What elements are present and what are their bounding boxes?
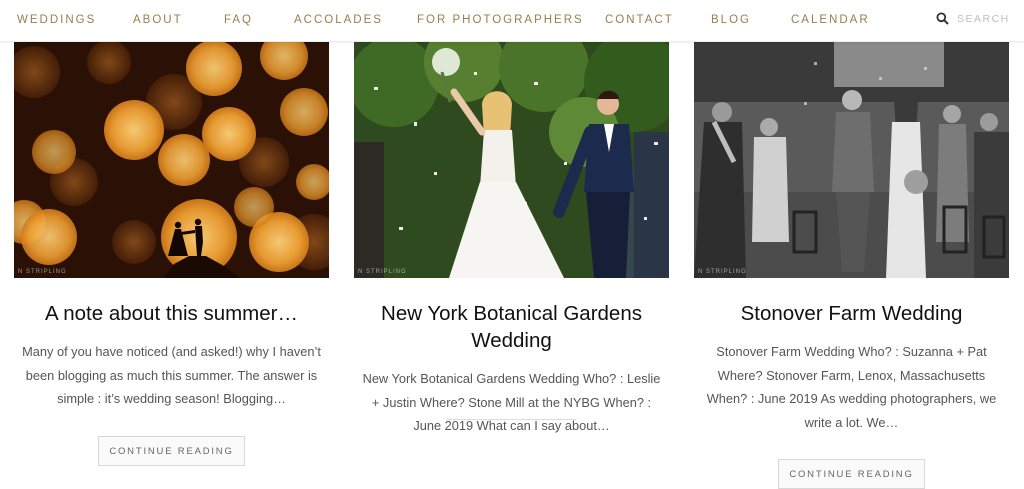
blog-post-card: N STRIPLING Stonover Farm Wedding Stonov… bbox=[694, 42, 1009, 489]
nav-for-photographers[interactable]: FOR PHOTOGRAPHERS bbox=[417, 14, 584, 26]
continue-reading-button[interactable]: CONTINUE READING bbox=[98, 435, 245, 466]
top-navigation: WEDDINGS ABOUT FAQ ACCOLADES FOR PHOTOGR… bbox=[0, 0, 1024, 42]
nav-contact[interactable]: CONTACT bbox=[605, 14, 674, 26]
nav-weddings[interactable]: WEDDINGS bbox=[17, 14, 96, 26]
post-title[interactable]: A note about this summer… bbox=[24, 300, 319, 327]
post-image-nybg-couple[interactable]: N STRIPLING bbox=[354, 42, 669, 278]
nav-calendar[interactable]: CALENDAR bbox=[791, 14, 870, 26]
photo-watermark: N STRIPLING bbox=[698, 269, 747, 275]
nav-accolades[interactable]: ACCOLADES bbox=[294, 14, 383, 26]
search-box bbox=[936, 12, 1017, 25]
post-image-stonover-recessional[interactable]: N STRIPLING bbox=[694, 42, 1009, 278]
nav-faq[interactable]: FAQ bbox=[224, 14, 253, 26]
post-image-summer-bokeh[interactable]: N STRIPLING bbox=[14, 42, 329, 278]
nav-about[interactable]: ABOUT bbox=[133, 14, 183, 26]
continue-reading-button-partial bbox=[446, 419, 576, 420]
post-excerpt: New York Botanical Gardens Wedding Who? … bbox=[362, 371, 661, 433]
post-title[interactable]: New York Botanical Gardens Wedding bbox=[364, 300, 659, 354]
nav-blog[interactable]: BLOG bbox=[711, 14, 751, 26]
post-title[interactable]: Stonover Farm Wedding bbox=[704, 300, 999, 327]
search-icon[interactable] bbox=[936, 12, 949, 25]
post-excerpt: Stonover Farm Wedding Who? : Suzanna + P… bbox=[706, 344, 997, 430]
blog-post-card: N STRIPLING New York Botanical Gardens W… bbox=[354, 42, 669, 438]
photo-watermark: N STRIPLING bbox=[358, 269, 407, 275]
search-input[interactable] bbox=[957, 12, 1017, 25]
blog-post-card: N STRIPLING A note about this summer… Ma… bbox=[14, 42, 329, 466]
photo-watermark: N STRIPLING bbox=[18, 269, 67, 275]
post-excerpt: Many of you have noticed (and asked!) wh… bbox=[22, 344, 321, 406]
